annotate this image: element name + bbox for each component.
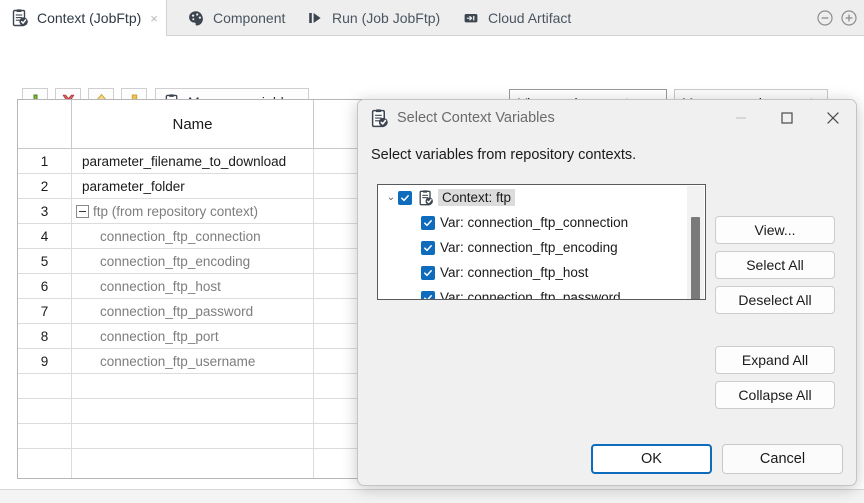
tab-context-jobftp[interactable]: Context (JobFtp) × [0, 0, 167, 36]
dialog-maximize-button[interactable] [764, 100, 810, 136]
row-number: 5 [18, 249, 72, 273]
palette-icon [186, 8, 206, 28]
dialog-title-bar[interactable]: Select Context Variables [358, 100, 856, 136]
ok-button[interactable]: OK [591, 444, 712, 474]
tree-node-var[interactable]: Var: connection_ftp_connection [378, 210, 688, 235]
tree-node-context-ftp[interactable]: ⌄ Context: ftp [378, 185, 688, 210]
ok-label: OK [641, 451, 662, 467]
collapse-group-icon[interactable] [76, 205, 89, 218]
editor-bottom-strip [0, 489, 864, 503]
context-clipboard-check-icon [417, 189, 434, 206]
tree-node-label: Var: connection_ftp_password [440, 291, 621, 300]
tab-label: Run (Job JobFtp) [332, 11, 440, 25]
row-name[interactable]: connection_ftp_username [72, 349, 314, 373]
editor-tab-bar: Context (JobFtp) × Component Run (Job Jo… [0, 0, 864, 36]
table-header-rownum [18, 100, 72, 148]
tab-close-icon[interactable]: × [150, 12, 158, 25]
row-name-group[interactable]: ftp (from repository context) [72, 199, 314, 223]
row-name[interactable]: connection_ftp_host [72, 274, 314, 298]
row-number: 4 [18, 224, 72, 248]
tree-scrollbar-thumb[interactable] [691, 217, 700, 300]
cancel-button[interactable]: Cancel [722, 444, 843, 474]
tab-label: Component [213, 11, 285, 25]
tree-node-label: Context: ftp [438, 189, 515, 207]
select-all-label: Select All [746, 257, 804, 273]
tab-label: Context (JobFtp) [37, 11, 141, 25]
context-toolbar: Manage variables View environments Manag… [0, 36, 864, 88]
chevron-down-icon[interactable]: ⌄ [384, 192, 398, 203]
table-header-name[interactable]: Name [72, 100, 314, 148]
cancel-label: Cancel [760, 451, 805, 467]
row-number: 2 [18, 174, 72, 198]
row-number: 9 [18, 349, 72, 373]
tree-scrollbar[interactable] [687, 186, 704, 300]
collapse-all-label: Collapse All [738, 387, 811, 403]
tree-node-var[interactable]: Var: connection_ftp_encoding [378, 235, 688, 260]
tree-checkbox-checked[interactable] [421, 291, 435, 301]
tree-checkbox-checked[interactable] [421, 266, 435, 280]
row-name[interactable]: parameter_folder [72, 174, 314, 198]
context-variables-tree[interactable]: ⌄ Context: ftp [377, 184, 706, 300]
row-name[interactable]: connection_ftp_connection [72, 224, 314, 248]
cloud-artifact-icon [461, 8, 481, 28]
maximize-circle-icon[interactable] [840, 9, 858, 27]
row-name[interactable]: connection_ftp_password [72, 299, 314, 323]
tree-node-var[interactable]: Var: connection_ftp_host [378, 260, 688, 285]
dialog-window-buttons [718, 100, 856, 136]
view-button-label: View... [755, 222, 796, 238]
dialog-minimize-button [718, 100, 764, 136]
tab-label: Cloud Artifact [488, 11, 571, 25]
tree-node-label: Var: connection_ftp_encoding [440, 241, 618, 255]
tab-component[interactable]: Component [176, 0, 295, 36]
tree-checkbox-checked[interactable] [398, 191, 412, 205]
row-name[interactable]: connection_ftp_encoding [72, 249, 314, 273]
context-clipboard-check-icon [369, 108, 389, 128]
dialog-title: Select Context Variables [397, 110, 555, 126]
select-context-variables-dialog: Select Context Variables Select variable… [357, 99, 857, 486]
view-window-controls [816, 4, 858, 32]
expand-all-label: Expand All [742, 352, 808, 368]
tree-checkbox-checked[interactable] [421, 216, 435, 230]
dialog-close-button[interactable] [810, 100, 856, 136]
tab-cloud-artifact[interactable]: Cloud Artifact [451, 0, 581, 36]
expand-all-button[interactable]: Expand All [715, 346, 835, 374]
minimize-circle-icon[interactable] [816, 9, 834, 27]
tree-node-label: Var: connection_ftp_host [440, 266, 588, 280]
dialog-description: Select variables from repository context… [371, 147, 636, 163]
tree-checkbox-checked[interactable] [421, 241, 435, 255]
row-number: 8 [18, 324, 72, 348]
row-number: 7 [18, 299, 72, 323]
row-number: 6 [18, 274, 72, 298]
row-number: 3 [18, 199, 72, 223]
row-name[interactable]: parameter_filename_to_download [72, 149, 314, 173]
view-button[interactable]: View... [715, 216, 835, 244]
run-play-icon [305, 8, 325, 28]
tree-node-label: Var: connection_ftp_connection [440, 216, 628, 230]
deselect-all-label: Deselect All [738, 292, 811, 308]
tree-node-var[interactable]: Var: connection_ftp_password [378, 285, 688, 300]
row-name: ftp (from repository context) [93, 204, 258, 219]
context-clipboard-check-icon [10, 8, 30, 28]
select-all-button[interactable]: Select All [715, 251, 835, 279]
collapse-all-button[interactable]: Collapse All [715, 381, 835, 409]
row-name[interactable]: connection_ftp_port [72, 324, 314, 348]
tab-run-job-jobftp[interactable]: Run (Job JobFtp) [295, 0, 450, 36]
deselect-all-button[interactable]: Deselect All [715, 286, 835, 314]
row-number: 1 [18, 149, 72, 173]
